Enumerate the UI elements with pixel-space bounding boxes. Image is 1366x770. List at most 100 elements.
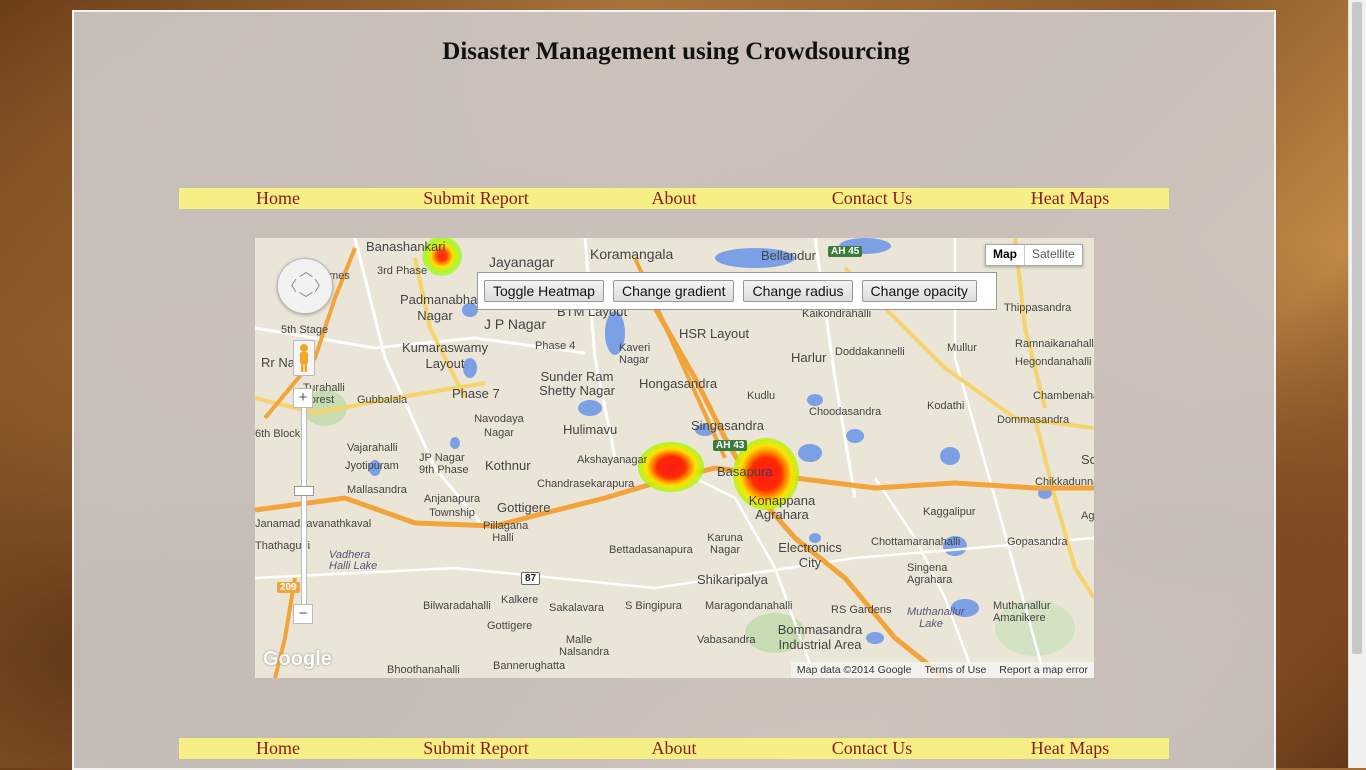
place-label: Konappana Agrahara: [748, 493, 816, 522]
place-label: HSR Layout: [679, 326, 750, 341]
place-label: Electronics City: [778, 540, 842, 570]
pan-control[interactable]: ︿ 〈 〉 ﹀: [277, 258, 333, 314]
nav-bottom-submit-report-link[interactable]: Submit Report: [377, 738, 575, 759]
place-label: Gopasandra: [1007, 536, 1068, 548]
nav-bottom-heat-maps-link[interactable]: Heat Maps: [971, 738, 1169, 759]
zoom-slider-track[interactable]: [301, 398, 307, 606]
place-label: Choodasandra: [809, 406, 882, 418]
nav-bottom-contact-us-link[interactable]: Contact Us: [773, 738, 971, 759]
street-view-pegman-icon[interactable]: [293, 340, 315, 376]
pan-left-icon[interactable]: 〈: [283, 276, 297, 296]
place-label: Bhoothanahalli: [387, 664, 460, 676]
heatmap-map[interactable]: AH 45 AH 43 209 87 Banashankari Jayanaga…: [255, 238, 1094, 678]
nav-top-about-link[interactable]: About: [575, 188, 773, 209]
place-label: Pillagana Halli: [483, 520, 529, 544]
place-label: Hegondanahalli: [1015, 356, 1092, 368]
change-opacity-button[interactable]: Change opacity: [861, 280, 977, 302]
place-label: Janamadhavanathkaval: [255, 518, 372, 530]
scrollbar-thumb[interactable]: [1352, 2, 1362, 654]
place-label: Basapura: [717, 464, 773, 479]
place-label: Gottigere: [497, 500, 551, 515]
place-label: Jayanagar: [489, 254, 555, 270]
place-label: Hongasandra: [639, 376, 718, 391]
nav-bottom: Home Submit Report About Contact Us Heat…: [179, 738, 1169, 759]
place-label: Dommasandra: [997, 414, 1070, 426]
nav-bottom-home-link[interactable]: Home: [179, 738, 377, 759]
map-attribution-bar: Map data ©2014 Google Terms of Use Repor…: [790, 662, 1094, 678]
place-label: Hulimavu: [563, 422, 618, 437]
pan-right-icon[interactable]: 〉: [314, 276, 328, 296]
place-label: Gottigere: [487, 620, 533, 632]
place-label: Muthanallur Lake: [907, 606, 965, 630]
place-label: 3rd Phase: [377, 265, 428, 277]
place-label: Kalkere: [501, 594, 539, 606]
place-label: Bellandur: [761, 248, 816, 263]
nav-top-home-link[interactable]: Home: [179, 188, 377, 209]
place-label: Kothnur: [485, 458, 531, 473]
page-container: Disaster Management using Crowdsourcing …: [72, 10, 1276, 770]
place-label: Chambenahalli: [1033, 390, 1094, 402]
heat-spot-akshayanagar: [638, 442, 704, 492]
place-label: Vadhera Halli Lake: [329, 549, 378, 572]
pan-down-icon[interactable]: ﹀: [299, 289, 313, 309]
zoom-out-button[interactable]: −: [293, 604, 313, 624]
place-label: Koramangala: [590, 246, 674, 262]
place-label: Bommasandra Industrial Area: [777, 622, 863, 652]
change-gradient-button[interactable]: Change gradient: [612, 280, 735, 302]
place-label: 5th Stage: [281, 324, 329, 336]
nav-bottom-about-link[interactable]: About: [575, 738, 773, 759]
place-label: S Bingipura: [625, 600, 682, 612]
place-label: Chandrasekarapura: [537, 478, 635, 490]
place-label: Phase 7: [452, 386, 500, 401]
place-label: Ramnaikanahalli: [1015, 338, 1094, 350]
place-label: Chikkadunnasandra: [1035, 476, 1094, 488]
change-radius-button[interactable]: Change radius: [743, 280, 853, 302]
nav-top-contact-us-link[interactable]: Contact Us: [773, 188, 971, 209]
place-label: Singasandra: [691, 418, 764, 433]
report-map-error-link[interactable]: Report a map error: [999, 664, 1088, 676]
place-label: Navodaya Nagar: [474, 413, 524, 439]
map-type-control: Map Satellite: [985, 244, 1083, 266]
place-label: Mullur: [947, 342, 977, 354]
place-label: Maragondanahalli: [705, 600, 793, 612]
highway-shield-ah45: AH 45: [828, 246, 863, 257]
place-label: Banashankari: [366, 239, 446, 254]
place-label: Vabasandra: [697, 634, 756, 646]
map-type-satellite-button[interactable]: Satellite: [1025, 245, 1082, 265]
place-label: Karuna Nagar: [707, 532, 743, 556]
page-scrollbar[interactable]: [1348, 0, 1366, 768]
zoom-in-button[interactable]: +: [293, 388, 313, 408]
nav-top-submit-report-link[interactable]: Submit Report: [377, 188, 575, 209]
place-label: J P Nagar: [484, 316, 546, 332]
place-label: Anjanapura Township: [423, 493, 481, 519]
place-label: Padmanabha Nagar: [400, 292, 478, 323]
place-label: Sakalavara: [549, 602, 605, 614]
place-label: JP Nagar 9th Phase: [419, 452, 469, 476]
place-label: Malle Nalsandra: [559, 634, 610, 658]
heatmap-controls-panel: Toggle Heatmap Change gradient Change ra…: [477, 272, 997, 310]
place-label: Jyotipuram: [345, 460, 399, 472]
place-label: Harlur: [791, 350, 827, 365]
map-data-attribution: Map data ©2014 Google: [796, 664, 912, 676]
place-label: Kaggalipur: [923, 506, 976, 518]
place-label: Sompura: [1081, 452, 1094, 467]
place-label: Kaveri Nagar: [619, 342, 651, 366]
google-logo: Google: [263, 648, 332, 670]
toggle-heatmap-button[interactable]: Toggle Heatmap: [484, 280, 604, 302]
place-label: Gubbalala: [357, 394, 408, 406]
zoom-slider-thumb[interactable]: [294, 486, 314, 496]
place-label: Shikaripalya: [697, 572, 768, 587]
place-label: Phase 4: [535, 340, 576, 352]
place-label: Mallasandra: [347, 484, 407, 496]
place-label: Thippasandra: [1004, 302, 1072, 314]
pegman-figure-icon: [300, 344, 308, 372]
terms-of-use-link[interactable]: Terms of Use: [924, 664, 986, 676]
place-label: Vajarahalli: [347, 442, 398, 454]
place-label: 6th Block: [255, 428, 301, 440]
map-type-map-button[interactable]: Map: [986, 245, 1025, 265]
pan-up-icon[interactable]: ︿: [299, 261, 313, 281]
place-label: Kumaraswamy Layout: [402, 340, 488, 371]
place-label: Singena Agrahara: [907, 562, 953, 586]
nav-top-heat-maps-link[interactable]: Heat Maps: [971, 188, 1169, 209]
place-label: Akshayanagar: [577, 454, 648, 466]
